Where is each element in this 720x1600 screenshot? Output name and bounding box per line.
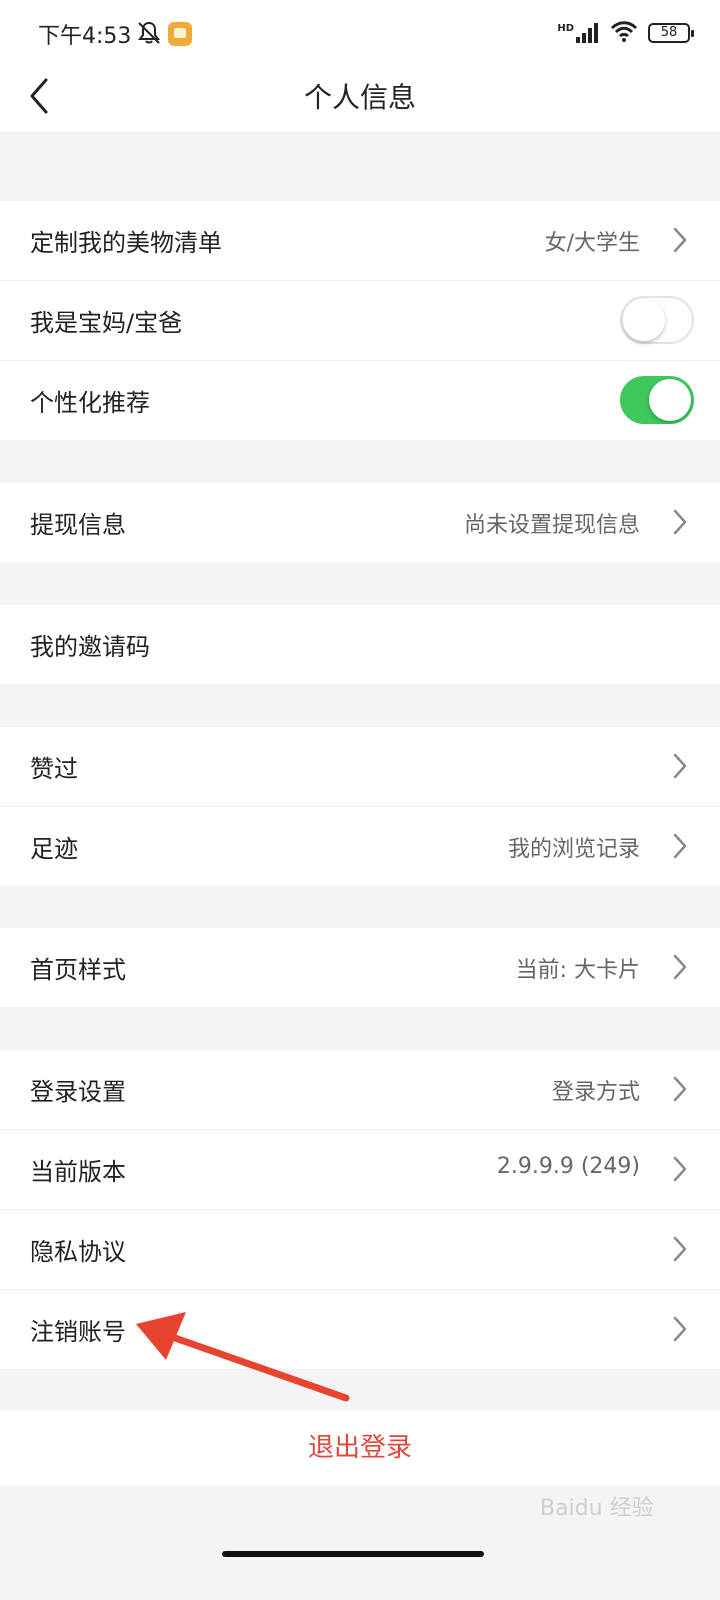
page-title: 个人信息 (303, 81, 416, 114)
row-parent-mode: 我是宝妈/宝爸 (0, 281, 720, 361)
row-label: 赞过 (30, 755, 78, 783)
row-withdraw-info[interactable]: 提现信息 尚未设置提现信息 (0, 483, 720, 562)
row-liked[interactable]: 赞过 (0, 727, 720, 807)
row-custom-list[interactable]: 定制我的美物清单 女/大学生 (0, 201, 720, 281)
settings-group-account: 登录设置 登录方式 当前版本 2.9.9.9 (249) 隐私协议 注销账号 (0, 1050, 720, 1369)
chevron-right-icon (670, 1314, 690, 1344)
settings-group-preferences: 定制我的美物清单 女/大学生 我是宝妈/宝爸 个性化推荐 (0, 201, 720, 440)
row-label: 注销账号 (30, 1318, 126, 1346)
row-privacy-policy[interactable]: 隐私协议 (0, 1210, 720, 1290)
row-value: 尚未设置提现信息 (463, 513, 640, 538)
row-label: 登录设置 (30, 1078, 126, 1106)
row-label: 首页样式 (30, 956, 126, 984)
row-current-version[interactable]: 当前版本 2.9.9.9 (249) (0, 1130, 720, 1210)
chevron-right-icon (670, 225, 690, 255)
settings-group-homepage: 首页样式 当前: 大卡片 (0, 928, 720, 1007)
row-delete-account[interactable]: 注销账号 (0, 1290, 720, 1369)
nav-bar: 个人信息 (0, 60, 720, 133)
row-label: 隐私协议 (30, 1238, 126, 1266)
row-footprint[interactable]: 足迹 我的浏览记录 (0, 807, 720, 886)
chevron-right-icon (670, 751, 690, 781)
settings-group-invite: 我的邀请码 (0, 605, 720, 684)
wifi-icon (610, 20, 638, 46)
status-time: 下午4:53 (38, 24, 132, 49)
row-invite-code[interactable]: 我的邀请码 (0, 605, 720, 684)
row-label: 我是宝妈/宝爸 (30, 309, 183, 337)
chevron-right-icon (670, 831, 690, 861)
baidu-watermark: Baidu 经验 (540, 1496, 654, 1521)
hd-label: HD (557, 23, 574, 34)
settings-group-withdraw: 提现信息 尚未设置提现信息 (0, 483, 720, 562)
chevron-right-icon (670, 952, 690, 982)
app-notification-icon (168, 22, 192, 46)
signal-icon: HD (557, 23, 600, 43)
personalized-recommend-toggle[interactable] (620, 376, 694, 424)
row-label: 个性化推荐 (30, 389, 150, 417)
row-homepage-style[interactable]: 首页样式 当前: 大卡片 (0, 928, 720, 1007)
row-personalized-recommend: 个性化推荐 (0, 361, 720, 440)
row-label: 足迹 (30, 835, 78, 863)
row-label: 提现信息 (30, 511, 126, 539)
battery-icon: 58 (648, 23, 694, 43)
chevron-right-icon (670, 1234, 690, 1264)
toggle-knob (649, 379, 691, 421)
row-value: 2.9.9.9 (249) (496, 1154, 640, 1179)
chevron-right-icon (670, 1074, 690, 1104)
bell-muted-icon (136, 20, 162, 50)
row-label: 我的邀请码 (30, 633, 150, 661)
row-label: 当前版本 (30, 1158, 126, 1186)
row-value: 当前: 大卡片 (515, 958, 640, 983)
row-login-settings[interactable]: 登录设置 登录方式 (0, 1050, 720, 1130)
row-value: 女/大学生 (544, 231, 640, 256)
logout-button[interactable]: 退出登录 (0, 1410, 720, 1486)
home-indicator[interactable] (222, 1551, 484, 1557)
row-value: 登录方式 (551, 1080, 640, 1105)
row-value: 我的浏览记录 (507, 837, 640, 862)
settings-group-history: 赞过 足迹 我的浏览记录 (0, 727, 720, 886)
chevron-right-icon (670, 1154, 690, 1184)
chevron-right-icon (670, 507, 690, 537)
toggle-knob (623, 299, 665, 341)
row-label: 定制我的美物清单 (30, 229, 222, 257)
parent-mode-toggle[interactable] (620, 296, 694, 344)
